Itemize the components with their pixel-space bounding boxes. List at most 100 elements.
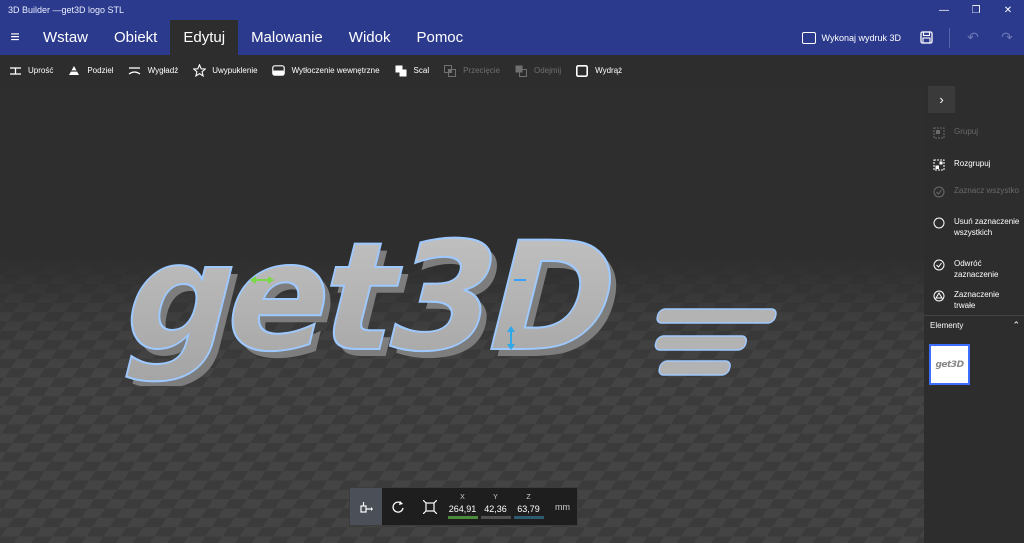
ungroup-icon xyxy=(932,158,945,171)
coord-x-bar xyxy=(447,516,478,519)
window-title: 3D Builder —get3D logo STL xyxy=(8,5,125,15)
hollow-label: Wydrąż xyxy=(595,66,623,75)
move-y-handle[interactable] xyxy=(512,274,528,286)
merge-button[interactable]: Scal xyxy=(394,65,430,77)
move-icon xyxy=(360,501,373,513)
undo-icon: ↶ xyxy=(967,29,979,45)
emboss-button[interactable]: Wytłoczenie wewnętrzne xyxy=(272,65,380,77)
group-icon xyxy=(932,126,945,139)
deselect-all-button[interactable]: Usuń zaznaczenie wszystkich xyxy=(932,216,1022,238)
coord-x-value: 264,91 xyxy=(448,504,477,514)
group-label: Grupuj xyxy=(954,127,979,136)
extrude-button[interactable]: Uwypuklenie xyxy=(192,64,258,77)
title-bar: 3D Builder —get3D logo STL — ❐ ✕ xyxy=(0,0,1024,20)
persistent-selection-button[interactable]: Zaznaczenie trwałe xyxy=(932,289,1022,311)
hamburger-menu-button[interactable]: ≡ xyxy=(0,20,30,55)
persistent-selection-icon xyxy=(932,289,945,302)
scale-tool-button[interactable] xyxy=(414,488,446,525)
subtract-button[interactable]: Odejmij xyxy=(514,65,561,77)
undo-button[interactable]: ↶ xyxy=(956,20,990,55)
save-button[interactable] xyxy=(909,20,943,55)
save-icon xyxy=(919,31,933,44)
print-3d-button[interactable]: Wykonaj wydruk 3D xyxy=(794,20,909,55)
deselect-icon xyxy=(932,216,945,229)
deselect-label: Usuń zaznaczenie wszystkich xyxy=(954,217,1020,237)
invert-selection-label: Odwróć zaznaczenie xyxy=(954,259,999,279)
split-icon xyxy=(67,65,81,77)
invert-selection-icon xyxy=(932,258,945,271)
tab-malowanie[interactable]: Malowanie xyxy=(238,20,336,55)
ungroup-button[interactable]: Rozgrupuj xyxy=(932,158,1022,171)
merge-icon xyxy=(394,65,408,77)
split-button[interactable]: Podziel xyxy=(67,65,114,77)
emboss-icon xyxy=(272,65,286,77)
unit-label[interactable]: mm xyxy=(555,502,570,512)
3d-viewport[interactable]: get3D get3D xyxy=(0,86,924,543)
thumbnail-text: get3D xyxy=(935,359,964,370)
subtract-label: Odejmij xyxy=(534,66,562,75)
hollow-button[interactable]: Wydrąż xyxy=(575,64,623,77)
move-x-handle[interactable] xyxy=(250,274,274,286)
split-label: Podziel xyxy=(87,66,114,75)
hollow-icon xyxy=(575,64,589,77)
elements-header[interactable]: Elementy ⌃ xyxy=(930,320,1020,331)
coord-y[interactable]: Y 42,36 xyxy=(480,488,512,525)
expand-panel-button[interactable]: › xyxy=(928,86,955,113)
move-z-handle[interactable] xyxy=(505,326,517,350)
tab-wstaw[interactable]: Wstaw xyxy=(30,20,101,55)
model-face: get3D xyxy=(108,210,631,384)
ungroup-label: Rozgrupuj xyxy=(954,159,991,168)
transform-bar: X 264,91 Y 42,36 Z 63,79 mm xyxy=(349,487,578,526)
panel-divider xyxy=(924,315,1024,316)
hamburger-icon: ≡ xyxy=(10,28,20,46)
tab-obiekt[interactable]: Obiekt xyxy=(101,20,170,55)
intersect-button[interactable]: Przecięcie xyxy=(443,64,500,77)
emboss-label: Wytłoczenie wewnętrzne xyxy=(291,66,380,75)
redo-button[interactable]: ↷ xyxy=(990,20,1024,55)
toolbar-separator xyxy=(949,27,950,48)
star-icon xyxy=(192,64,206,77)
elements-label: Elementy xyxy=(930,321,964,330)
redo-icon: ↷ xyxy=(1001,29,1013,45)
coord-z[interactable]: Z 63,79 xyxy=(513,488,545,525)
minimize-icon: — xyxy=(939,4,949,16)
3d-model-get3d[interactable]: get3D get3D xyxy=(100,206,820,386)
chevron-up-icon: ⌃ xyxy=(1012,320,1020,330)
invert-selection-button[interactable]: Odwróć zaznaczenie xyxy=(932,258,1022,280)
tab-widok[interactable]: Widok xyxy=(336,20,404,55)
group-button[interactable]: Grupuj xyxy=(932,126,1022,139)
simplify-button[interactable]: Uprość xyxy=(8,65,53,77)
rotate-tool-button[interactable] xyxy=(382,488,414,525)
coord-x[interactable]: X 264,91 xyxy=(447,488,479,525)
chevron-right-icon: › xyxy=(939,92,944,107)
restore-icon: ❐ xyxy=(971,4,981,16)
restore-button[interactable]: ❐ xyxy=(960,0,992,20)
printer-icon xyxy=(801,31,816,44)
merge-label: Scal xyxy=(413,66,430,75)
smooth-button[interactable]: Wygładź xyxy=(128,65,179,77)
coord-y-value: 42,36 xyxy=(484,504,507,514)
coord-z-label: Z xyxy=(526,494,531,501)
subtract-icon xyxy=(514,65,528,77)
move-tool-button[interactable] xyxy=(350,488,382,525)
simplify-icon xyxy=(8,65,22,77)
coord-x-label: X xyxy=(460,494,465,501)
coord-z-value: 63,79 xyxy=(517,504,540,514)
close-button[interactable]: ✕ xyxy=(992,0,1024,20)
select-all-button[interactable]: Zaznacz wszystko xyxy=(932,185,1022,198)
element-thumbnail[interactable]: get3D xyxy=(929,344,970,385)
tab-edytuj[interactable]: Edytuj xyxy=(170,20,239,55)
menu-bar: ≡ Wstaw Obiekt Edytuj Malowanie Widok Po… xyxy=(0,20,1024,55)
tab-pomoc[interactable]: Pomoc xyxy=(403,20,476,55)
coord-y-bar xyxy=(480,516,511,519)
select-all-label: Zaznacz wszystko xyxy=(954,186,1019,195)
coord-y-label: Y xyxy=(493,494,498,501)
rotate-icon xyxy=(392,500,404,513)
scale-icon xyxy=(423,499,437,514)
persistent-selection-label: Zaznaczenie trwałe xyxy=(954,290,1000,310)
select-all-icon xyxy=(932,185,945,198)
print-3d-label: Wykonaj wydruk 3D xyxy=(821,32,901,43)
smooth-label: Wygładź xyxy=(147,66,179,75)
intersect-icon xyxy=(443,64,457,77)
minimize-button[interactable]: — xyxy=(928,0,960,20)
